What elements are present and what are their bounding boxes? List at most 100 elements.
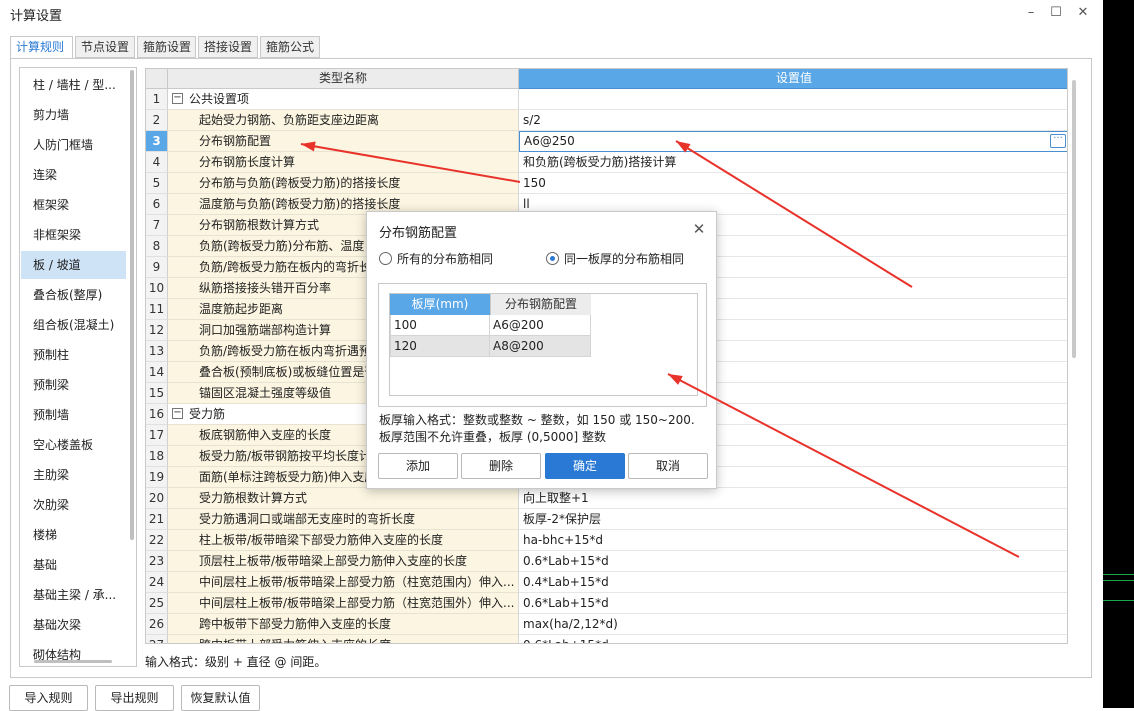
setting-value-cell[interactable]: 向上取整+1: [519, 488, 1067, 509]
table-row[interactable]: 26 跨中板带下部受力筋伸入支座的长度 max(ha/2,12*d): [146, 614, 1067, 635]
close-icon[interactable]: ✕: [1071, 2, 1095, 24]
sidebar-item-foundation-secondary-beam[interactable]: 基础次梁: [21, 611, 126, 639]
setting-name-cell: 分布钢筋配置: [168, 131, 519, 152]
radio-all-same-dot[interactable]: [379, 252, 392, 265]
thickness-cell[interactable]: 120: [390, 336, 490, 357]
row-number: 20: [146, 488, 168, 509]
table-row[interactable]: 25 中间层柱上板带/板带暗梁上部受力筋（柱宽范围外）伸入... 0.6*Lab+1…: [146, 593, 1067, 614]
collapse-icon[interactable]: −: [172, 93, 183, 104]
setting-value-text: 0.6*Lab+15*d: [523, 638, 609, 643]
ok-button[interactable]: 确定: [545, 453, 625, 479]
tab-stirrup-formula[interactable]: 箍筋公式: [260, 36, 320, 58]
sidebar-item-slab-ramp[interactable]: 板 / 坡道: [21, 251, 126, 279]
import-rules-button[interactable]: 导入规则: [9, 685, 88, 711]
table-row[interactable]: 24 中间层柱上板带/板带暗梁上部受力筋（柱宽范围内）伸入... 0.4*Lab+1…: [146, 572, 1067, 593]
sidebar-hscrollbar[interactable]: [34, 660, 112, 663]
sidebar-item-coupling-beam[interactable]: 连梁: [21, 161, 126, 189]
setting-name-text: 跨中板带下部受力筋伸入支座的长度: [199, 617, 392, 631]
sidebar-scrollbar[interactable]: [130, 70, 134, 540]
cancel-button[interactable]: 取消: [628, 453, 708, 479]
table-row[interactable]: 23 顶层柱上板带/板带暗梁上部受力筋伸入支座的长度 0.6*Lab+15*d: [146, 551, 1067, 572]
setting-name-text: 柱上板带/板带暗梁下部受力筋伸入支座的长度: [199, 533, 444, 547]
minimize-icon[interactable]: –: [1019, 2, 1043, 24]
ellipsis-icon[interactable]: ···: [1050, 134, 1066, 148]
setting-name-cell: 顶层柱上板带/板带暗梁上部受力筋伸入支座的长度: [168, 551, 519, 572]
sidebar-item-precast-beam[interactable]: 预制梁: [21, 371, 126, 399]
dialog-close-icon[interactable]: ✕: [690, 220, 708, 238]
setting-value-cell[interactable]: 150: [519, 173, 1067, 194]
sidebar-item-composite-slab-concrete[interactable]: 组合板(混凝土): [21, 311, 126, 339]
setting-name-text: 板底钢筋伸入支座的长度: [199, 428, 332, 442]
delete-button[interactable]: 删除: [461, 453, 541, 479]
table-row[interactable]: 22 柱上板带/板带暗梁下部受力筋伸入支座的长度 ha-bhc+15*d: [146, 530, 1067, 551]
sidebar-item-frame-beam[interactable]: 框架梁: [21, 191, 126, 219]
table-row[interactable]: 120 A8@200: [390, 336, 591, 357]
table-row[interactable]: 27 跨中板带上部受力筋伸入支座的长度 0.6*Lab+15*d: [146, 635, 1067, 643]
sidebar-item-column[interactable]: 柱 / 墙柱 / 型...: [21, 71, 126, 99]
table-row[interactable]: 3 分布钢筋配置 A6@250 ···: [146, 131, 1067, 152]
setting-value-cell[interactable]: max(ha/2,12*d): [519, 614, 1067, 635]
row-number: 23: [146, 551, 168, 572]
setting-value-cell[interactable]: 0.6*Lab+15*d: [519, 635, 1067, 643]
row-number: 3: [146, 131, 168, 152]
sidebar-item-precast-column[interactable]: 预制柱: [21, 341, 126, 369]
setting-value-text: 和负筋(跨板受力筋)搭接计算: [523, 155, 677, 169]
table-row[interactable]: 5 分布筋与负筋(跨板受力筋)的搭接长度 150: [146, 173, 1067, 194]
grid-scrollbar[interactable]: [1072, 80, 1076, 358]
sidebar-item-precast-wall[interactable]: 预制墙: [21, 401, 126, 429]
export-rules-button[interactable]: 导出规则: [95, 685, 174, 711]
setting-value-cell[interactable]: 0.6*Lab+15*d: [519, 551, 1067, 572]
table-row[interactable]: 2 起始受力钢筋、负筋距支座边距离 s/2: [146, 110, 1067, 131]
tab-stirrup-settings[interactable]: 箍筋设置: [137, 36, 196, 58]
setting-value-text: ha-bhc+15*d: [523, 533, 604, 547]
sidebar-item-non-frame-beam[interactable]: 非框架梁: [21, 221, 126, 249]
sidebar-item-masonry[interactable]: 砌体结构: [21, 641, 126, 666]
config-cell[interactable]: A8@200: [490, 336, 591, 357]
setting-name-text: 受力筋遇洞口或端部无支座时的弯折长度: [199, 512, 416, 526]
row-number: 27: [146, 635, 168, 643]
setting-value-cell[interactable]: [519, 89, 1067, 110]
sidebar-item-shear-wall[interactable]: 剪力墙: [21, 101, 126, 129]
table-row[interactable]: 4 分布钢筋长度计算 和负筋(跨板受力筋)搭接计算: [146, 152, 1067, 173]
restore-defaults-button[interactable]: 恢复默认值: [181, 685, 260, 711]
row-number: 7: [146, 215, 168, 236]
config-cell[interactable]: A6@200: [490, 315, 591, 336]
setting-value-cell[interactable]: 板厚-2*保护层: [519, 509, 1067, 530]
thickness-cell[interactable]: 100: [390, 315, 490, 336]
setting-name-cell: 受力筋遇洞口或端部无支座时的弯折长度: [168, 509, 519, 530]
row-number: 19: [146, 467, 168, 488]
setting-name-cell: 柱上板带/板带暗梁下部受力筋伸入支座的长度: [168, 530, 519, 551]
sidebar-item-stair[interactable]: 楼梯: [21, 521, 126, 549]
sidebar-item-secondary-rib-beam[interactable]: 次肋梁: [21, 491, 126, 519]
sidebar-item-composite-slab-full[interactable]: 叠合板(整厚): [21, 281, 126, 309]
background-line: [1103, 574, 1134, 575]
setting-value-cell[interactable]: A6@250 ···: [519, 131, 1067, 152]
setting-value-cell[interactable]: 0.6*Lab+15*d: [519, 593, 1067, 614]
add-button[interactable]: 添加: [378, 453, 458, 479]
table-row[interactable]: 1− 公共设置项: [146, 89, 1067, 110]
tab-calc-rules[interactable]: 计算规则: [10, 36, 73, 59]
setting-value-cell[interactable]: 0.4*Lab+15*d: [519, 572, 1067, 593]
sidebar-item-hollow-floor[interactable]: 空心楼盖板: [21, 431, 126, 459]
sidebar-item-foundation[interactable]: 基础: [21, 551, 126, 579]
window-title: 计算设置: [10, 9, 63, 24]
table-row[interactable]: 21 受力筋遇洞口或端部无支座时的弯折长度 板厚-2*保护层: [146, 509, 1067, 530]
tab-node-settings[interactable]: 节点设置: [75, 36, 135, 58]
setting-value-cell[interactable]: s/2: [519, 110, 1067, 131]
setting-name-cell: 受力筋根数计算方式: [168, 488, 519, 509]
collapse-icon[interactable]: −: [172, 408, 183, 419]
setting-value-text: 0.6*Lab+15*d: [523, 554, 609, 568]
table-row[interactable]: 20 受力筋根数计算方式 向上取整+1: [146, 488, 1067, 509]
tab-lap-settings[interactable]: 搭接设置: [198, 36, 258, 58]
setting-value-text: s/2: [523, 113, 541, 127]
maximize-icon[interactable]: ☐: [1044, 2, 1068, 24]
setting-value-cell[interactable]: 和负筋(跨板受力筋)搭接计算: [519, 152, 1067, 173]
sidebar-item-civil-defense-door-wall[interactable]: 人防门框墙: [21, 131, 126, 159]
sidebar-item-main-rib-beam[interactable]: 主肋梁: [21, 461, 126, 489]
row-number: 10: [146, 278, 168, 299]
setting-value-cell[interactable]: ha-bhc+15*d: [519, 530, 1067, 551]
radio-same-thickness-dot[interactable]: [546, 252, 559, 265]
table-row[interactable]: 100 A6@200: [390, 315, 591, 336]
row-number: 11: [146, 299, 168, 320]
sidebar-item-foundation-main-beam[interactable]: 基础主梁 / 承...: [21, 581, 126, 609]
